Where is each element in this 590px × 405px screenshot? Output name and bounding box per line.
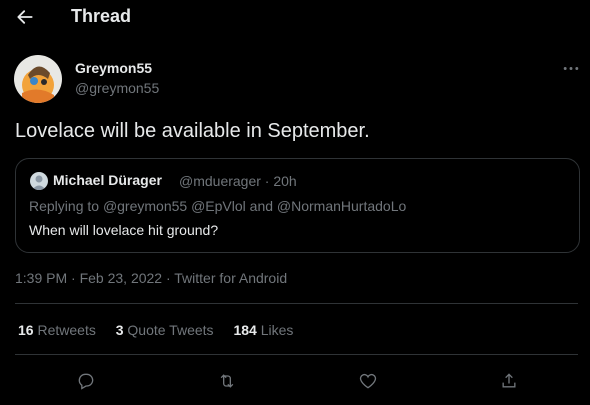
- quote-author-name: Michael Dürager: [53, 172, 162, 188]
- share-button[interactable]: [498, 370, 520, 392]
- back-button[interactable]: [8, 0, 42, 34]
- divider: [15, 303, 578, 304]
- more-horizontal-icon: [563, 66, 579, 70]
- retweets-label: Retweets: [37, 322, 96, 338]
- quote-tweets-stat[interactable]: 3 Quote Tweets: [116, 322, 214, 338]
- divider: [15, 354, 578, 355]
- share-icon: [502, 373, 516, 388]
- retweets-count: 16: [18, 322, 34, 338]
- page-title: Thread: [71, 6, 132, 26]
- tweet-stats: 16 Retweets 3 Quote Tweets 184 Likes: [18, 322, 309, 338]
- reply-last-mention[interactable]: @NormanHurtadoLo: [277, 198, 406, 214]
- reply-icon: [78, 373, 94, 390]
- likes-count: 184: [233, 322, 257, 338]
- quote-tweets-count: 3: [115, 322, 124, 338]
- quote-meta: @mduerager · 20h: [179, 173, 297, 189]
- retweets-stat[interactable]: 16 Retweets: [18, 322, 96, 338]
- quote-text: When will lovelace hit ground?: [29, 222, 219, 238]
- author-name[interactable]: Greymon55: [75, 60, 152, 76]
- more-button[interactable]: [560, 58, 582, 78]
- like-icon: [359, 373, 377, 389]
- reply-and: and: [249, 198, 274, 214]
- quote-avatar: [30, 172, 48, 190]
- avatar-image: [14, 55, 62, 103]
- avatar[interactable]: [14, 55, 62, 103]
- quote-tweets-label: Quote Tweets: [127, 322, 214, 338]
- retweet-button[interactable]: [216, 370, 238, 392]
- top-bar: Thread: [0, 0, 590, 34]
- reply-button[interactable]: [75, 370, 97, 392]
- quoted-tweet[interactable]: Michael Dürager @mduerager · 20h Replyin…: [15, 158, 580, 253]
- tweet-text: Lovelace will be available in September.: [15, 120, 370, 142]
- retweet-icon: [220, 374, 234, 388]
- arrow-left-icon: [17, 10, 33, 24]
- likes-stat[interactable]: 184 Likes: [233, 322, 293, 338]
- like-button[interactable]: [357, 370, 379, 392]
- default-avatar-icon: [32, 175, 46, 190]
- reply-prefix: Replying to: [29, 198, 100, 214]
- reply-mentions[interactable]: @greymon55 @EpVlol: [103, 198, 246, 214]
- author-handle[interactable]: @greymon55: [75, 80, 159, 96]
- quote-reply-line: Replying to @greymon55 @EpVlol and @Norm…: [29, 198, 406, 214]
- likes-label: Likes: [260, 322, 294, 338]
- tweet-timestamp[interactable]: 1:39 PM · Feb 23, 2022 · Twitter for And…: [15, 270, 287, 286]
